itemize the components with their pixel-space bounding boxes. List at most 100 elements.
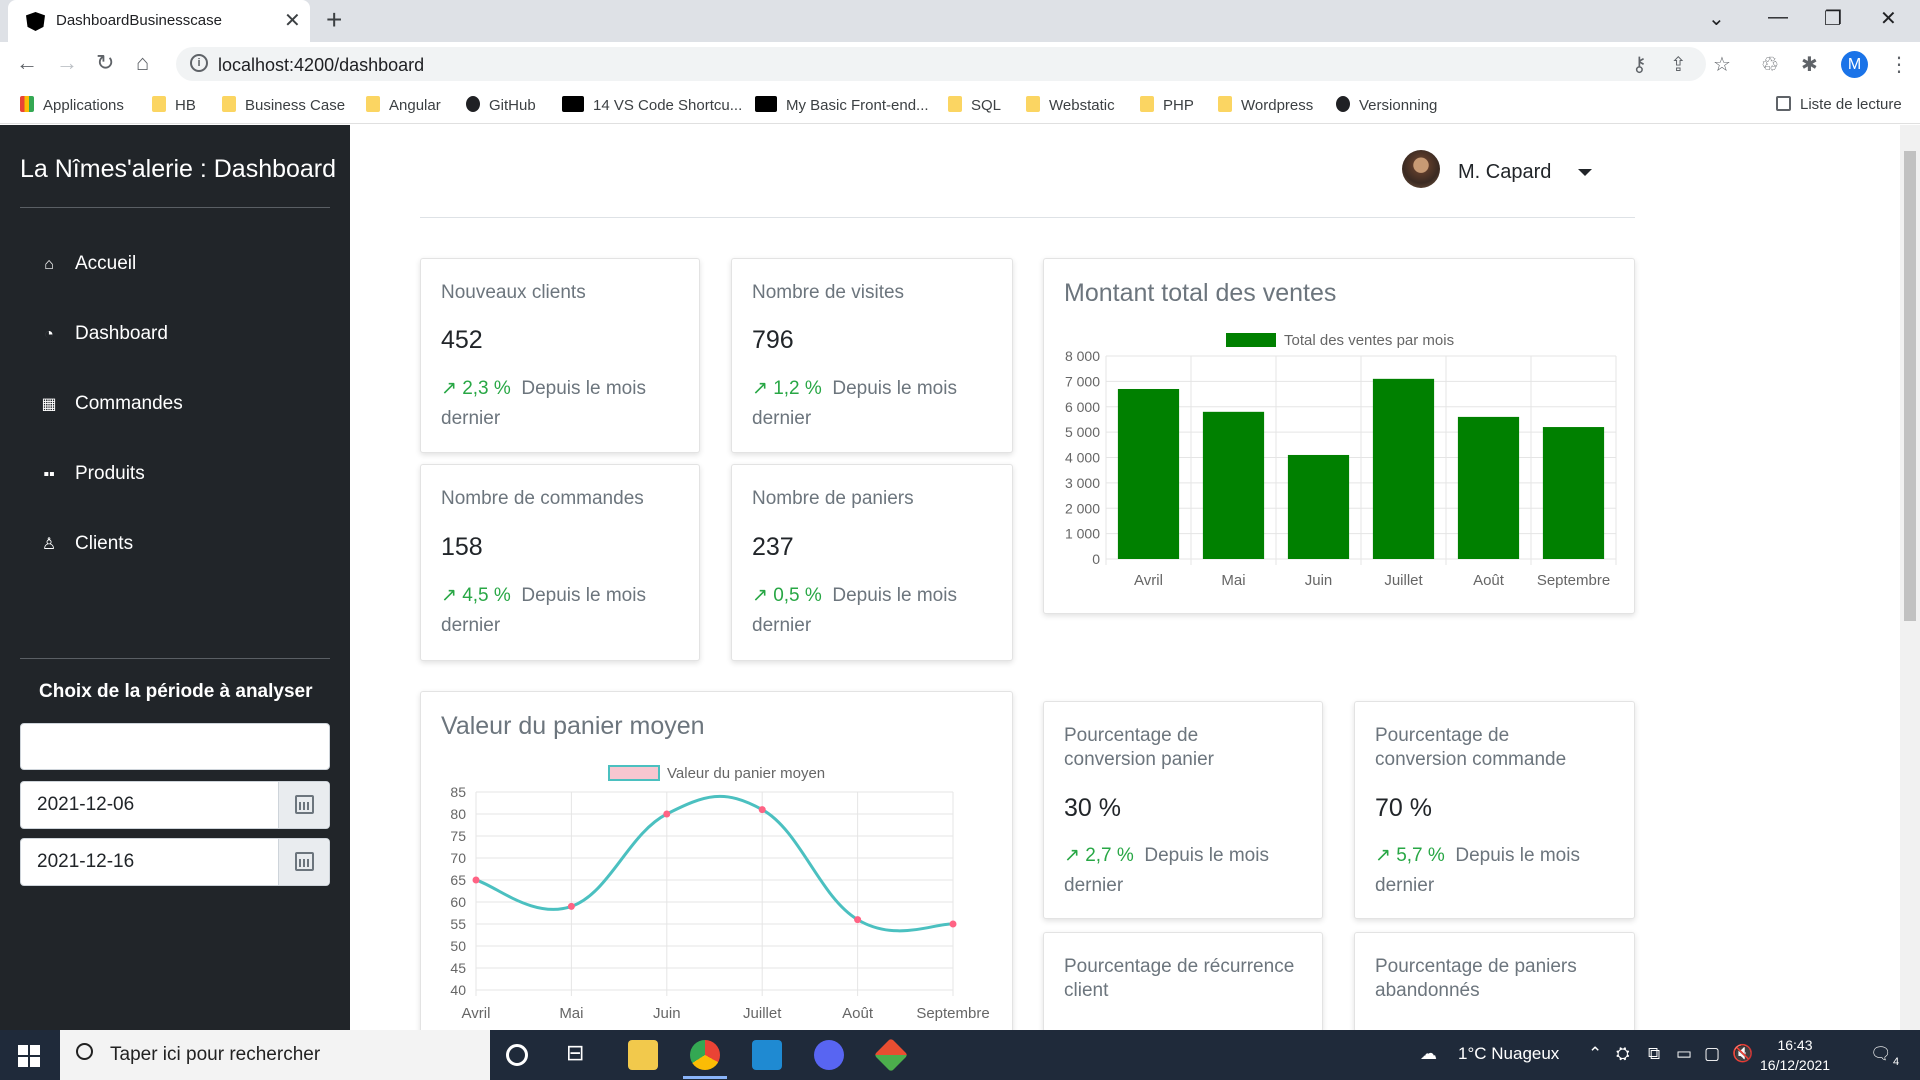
folder-icon	[152, 96, 166, 112]
browser-tab[interactable]: DashboardBusinesscase ✕	[8, 0, 310, 42]
x-tick-label: Août	[842, 1005, 874, 1022]
dev-icon	[755, 96, 777, 112]
share-icon[interactable]: ⇪	[1670, 52, 1687, 77]
menu-kebab-icon[interactable]: ⋮	[1889, 52, 1909, 77]
cortana-icon[interactable]	[506, 1044, 528, 1066]
close-window-button[interactable]: ✕	[1880, 6, 1897, 31]
kpi-label: Pourcentage de récurrence client	[1064, 956, 1295, 1001]
kpi-since: Depuis le mois	[521, 585, 646, 606]
sidebar-item-commandes[interactable]: ▦ Commandes	[40, 393, 182, 415]
folder-icon	[1140, 96, 1154, 112]
user-name[interactable]: M. Capard	[1458, 161, 1551, 184]
start-date-calendar-button[interactable]	[278, 782, 329, 828]
tab-title: DashboardBusinesscase	[56, 12, 222, 29]
end-date-picker[interactable]: 2021-12-16	[20, 838, 330, 886]
y-tick-label: 7 000	[1065, 373, 1100, 389]
home-button[interactable]: ⌂	[136, 50, 149, 76]
bar	[1542, 427, 1605, 559]
sidebar-item-dashboard[interactable]: ◔ Dashboard	[40, 323, 168, 345]
kpi-label: Nouveaux clients	[441, 282, 586, 303]
sidebar-divider	[20, 207, 330, 208]
bookmark-versionning[interactable]: Versionning	[1336, 96, 1437, 114]
kpi-card-paniers-abandonnes: Pourcentage de paniers abandonnés	[1354, 932, 1635, 1032]
sidebar-item-clients[interactable]: ♙ Clients	[40, 533, 133, 555]
reload-button[interactable]: ↻	[96, 50, 114, 76]
speedometer-icon: ◔	[44, 326, 54, 343]
y-tick-label: 75	[450, 828, 466, 844]
restore-button[interactable]: ❐	[1824, 6, 1842, 31]
start-date-value[interactable]: 2021-12-06	[37, 794, 134, 816]
period-text-input[interactable]	[20, 723, 330, 770]
sidebar-item-produits[interactable]: ▪▪ Produits	[40, 463, 144, 485]
key-icon[interactable]: ⚷	[1632, 52, 1647, 77]
kpi-value: 237	[752, 533, 794, 561]
security-icon[interactable]: ⧉	[1648, 1044, 1660, 1064]
y-tick-label: 65	[450, 872, 466, 888]
sidebar-item-accueil[interactable]: ⌂ Accueil	[40, 253, 136, 275]
page-scrollbar[interactable]	[1900, 125, 1920, 1030]
start-date-picker[interactable]: 2021-12-06	[20, 781, 330, 829]
tray-app-icon[interactable]: ⛭	[1616, 1044, 1630, 1064]
taskbar-search[interactable]: Taper ici pour rechercher	[60, 1030, 490, 1080]
bookmark-business-case[interactable]: Business Case	[222, 96, 345, 114]
end-date-value[interactable]: 2021-12-16	[37, 851, 134, 873]
network-icon[interactable]: ▢	[1704, 1044, 1720, 1064]
chevron-up-icon[interactable]: ⌃	[1588, 1044, 1602, 1064]
vscode-icon[interactable]	[752, 1040, 782, 1070]
browser-tab-strip: DashboardBusinesscase ✕ + ⌄ — ❐ ✕	[0, 0, 1920, 42]
scrollbar-thumb[interactable]	[1904, 151, 1916, 621]
bookmark-wordpress[interactable]: Wordpress	[1218, 96, 1313, 114]
extension-recycle-icon[interactable]: ♲	[1761, 52, 1779, 77]
minimize-button[interactable]: —	[1768, 6, 1788, 29]
kpi-value: 796	[752, 326, 794, 354]
bookmark-star-icon[interactable]: ☆	[1713, 52, 1731, 77]
close-tab-icon[interactable]: ✕	[284, 8, 301, 33]
bookmark-webstatic[interactable]: Webstatic	[1026, 96, 1115, 114]
back-button[interactable]: ←	[16, 50, 38, 76]
caret-down-icon[interactable]	[1578, 169, 1592, 176]
volume-icon[interactable]: 🔇	[1732, 1044, 1753, 1064]
forward-button[interactable]: →	[56, 50, 78, 76]
header-divider	[420, 217, 1635, 218]
bookmark-php[interactable]: PHP	[1140, 96, 1194, 114]
bookmark-sql[interactable]: SQL	[948, 96, 1001, 114]
y-tick-label: 1 000	[1065, 526, 1100, 542]
site-info-icon[interactable]: i	[190, 54, 208, 72]
windows-start-icon[interactable]	[18, 1045, 40, 1067]
search-icon	[76, 1043, 93, 1060]
bookmark-vscode-shortcuts[interactable]: 14 VS Code Shortcu...	[562, 96, 742, 114]
x-tick-label: Septembre	[1537, 572, 1610, 589]
notification-icon[interactable]: 🗨	[1870, 1044, 1892, 1064]
apps-grid-icon	[20, 96, 34, 112]
y-tick-label: 80	[450, 806, 466, 822]
git-kraken-icon[interactable]	[874, 1038, 908, 1072]
brand-title[interactable]: La Nîmes'alerie : Dashboard	[20, 155, 336, 184]
bar	[1202, 411, 1265, 559]
file-explorer-icon[interactable]	[628, 1040, 658, 1070]
bookmark-hb[interactable]: HB	[152, 96, 196, 114]
bookmark-front-end[interactable]: My Basic Front-end...	[755, 96, 929, 114]
bookmark-github[interactable]: GitHub	[466, 96, 536, 114]
y-tick-label: 45	[450, 960, 466, 976]
taskbar-clock[interactable]: 16:43 16/12/2021	[1760, 1035, 1830, 1075]
new-tab-button[interactable]: +	[326, 4, 342, 36]
chrome-icon[interactable]	[690, 1040, 720, 1070]
calendar-icon	[295, 852, 314, 871]
sidebar-divider	[20, 658, 330, 659]
end-date-calendar-button[interactable]	[278, 839, 329, 885]
bookmark-applications[interactable]: Applications	[20, 96, 124, 114]
weather-icon[interactable]: ☁	[1420, 1044, 1437, 1064]
battery-icon[interactable]: ▭	[1676, 1044, 1692, 1064]
extensions-puzzle-icon[interactable]: ✱	[1801, 52, 1818, 77]
x-tick-label: Août	[1473, 572, 1505, 589]
bookmark-angular[interactable]: Angular	[366, 96, 441, 114]
omnibox[interactable]: i localhost:4200/dashboard ⚷ ⇪	[176, 47, 1706, 81]
task-view-icon[interactable]: ⊟	[566, 1040, 596, 1070]
profile-avatar[interactable]: M	[1841, 51, 1868, 78]
weather-text[interactable]: 1°C Nuageux	[1458, 1044, 1559, 1064]
tab-search-icon[interactable]: ⌄	[1708, 6, 1725, 31]
discord-icon[interactable]	[814, 1040, 844, 1070]
avatar[interactable]	[1402, 150, 1440, 188]
x-tick-label: Avril	[462, 1005, 491, 1022]
reading-list-button[interactable]: Liste de lecture	[1776, 96, 1902, 113]
